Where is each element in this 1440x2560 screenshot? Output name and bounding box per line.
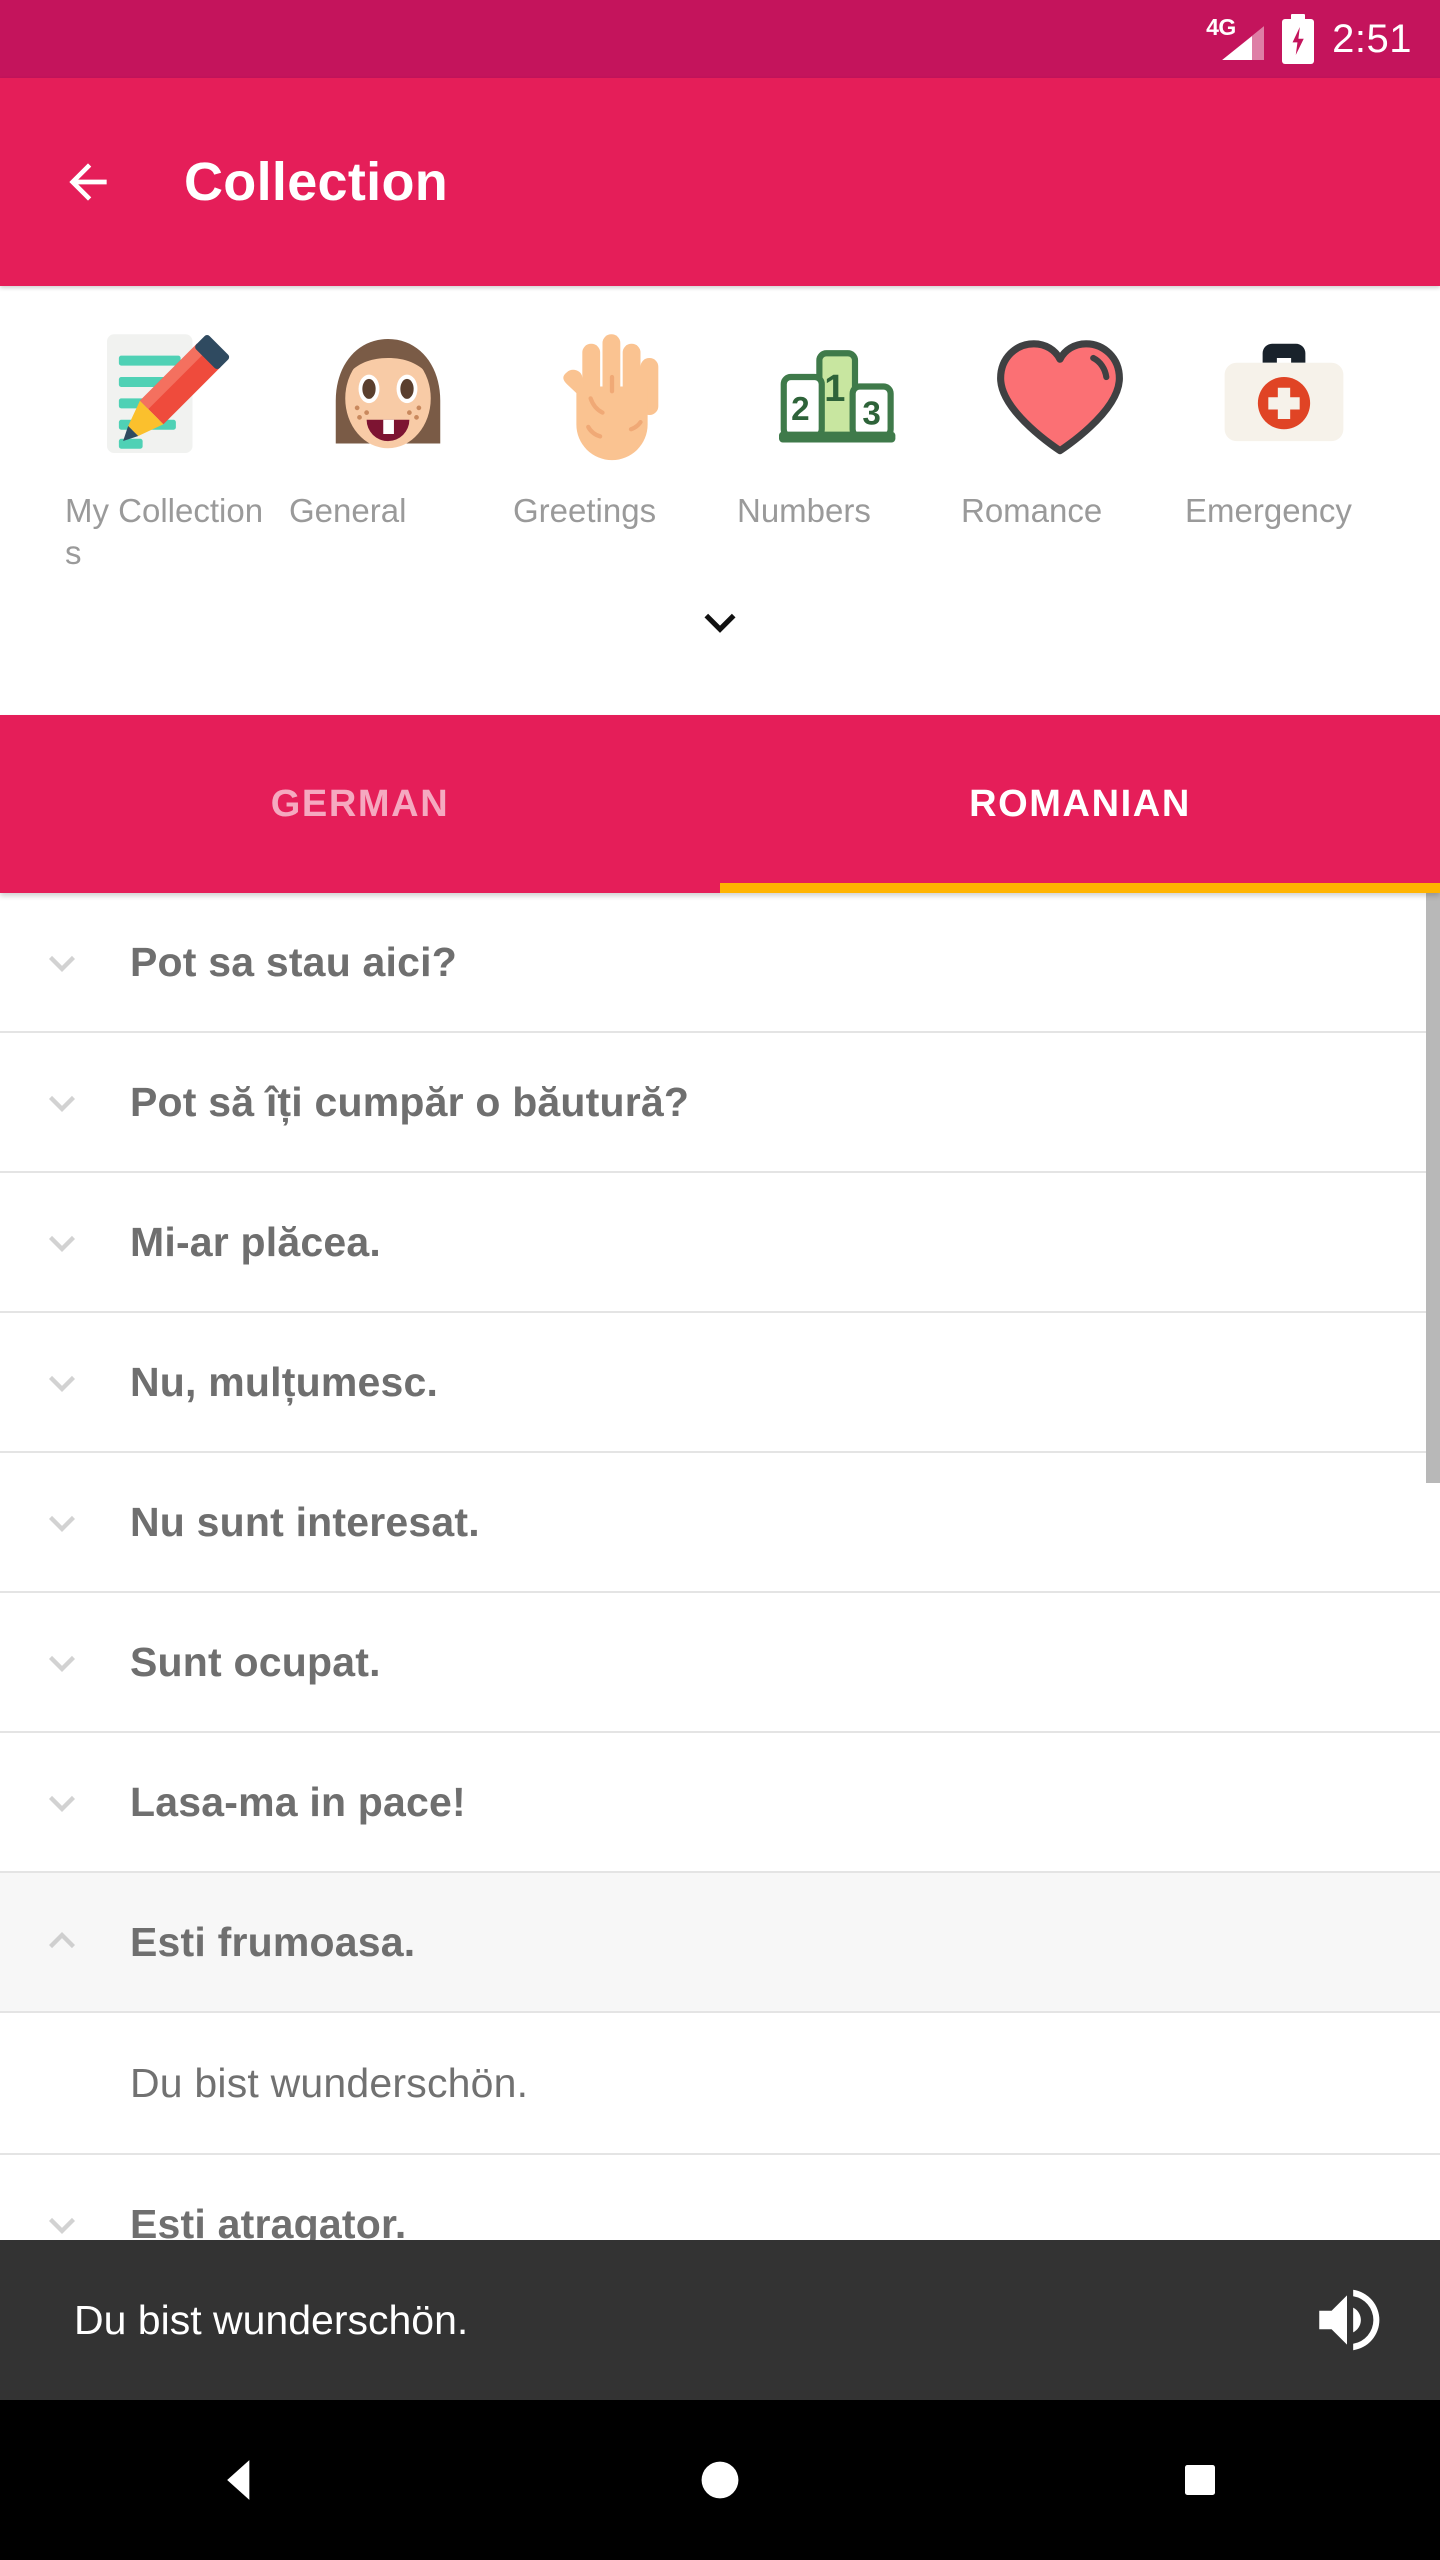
- nav-recents-button[interactable]: [1120, 2400, 1280, 2560]
- nav-recents-square-icon: [1185, 2465, 1215, 2495]
- nav-home-circle-icon: [701, 2461, 739, 2499]
- app-bar: Collection: [0, 78, 1440, 286]
- player-bar: Du bist wunderschön.: [0, 2240, 1440, 2400]
- category-label: General: [289, 492, 407, 529]
- girl-face-icon: [335, 339, 441, 449]
- list-item[interactable]: Pot sa stau aici?: [0, 893, 1440, 1033]
- signal-4g-icon: 4G: [1206, 14, 1265, 62]
- chevron-down-icon: [49, 1795, 75, 1812]
- chevron-down-icon: [49, 1095, 75, 1112]
- category-label: My Collections: [65, 492, 264, 572]
- list-item[interactable]: Pot să îți cumpăr o băutură?: [0, 1033, 1440, 1173]
- podium-123-icon: 1 2 3: [779, 350, 896, 443]
- translation-text: Du bist wunderschön.: [130, 2059, 529, 2106]
- back-arrow-icon[interactable]: [60, 154, 116, 210]
- chevron-down-icon: [49, 1655, 75, 1672]
- status-bar-clock: 2:51: [1332, 16, 1412, 61]
- player-phrase-text: Du bist wunderschön.: [74, 2296, 469, 2343]
- svg-text:1: 1: [824, 368, 845, 410]
- category-item-numbers[interactable]: 1 2 3 Numbers: [724, 320, 948, 532]
- category-item-my-collections[interactable]: My Collections: [52, 320, 276, 574]
- battery-charging-icon: [1282, 14, 1315, 64]
- chevron-up-icon: [49, 1932, 75, 1949]
- category-item-general[interactable]: General: [276, 320, 500, 532]
- svg-text:3: 3: [862, 396, 881, 433]
- speaker-volume-icon[interactable]: [1310, 2283, 1384, 2357]
- phrase-text: Pot sa stau aici?: [130, 938, 457, 985]
- category-item-greetings[interactable]: Greetings: [500, 320, 724, 532]
- phrase-text: Lasa-ma in pace!: [130, 1778, 466, 1825]
- category-label: Emergency: [1185, 492, 1352, 529]
- phrase-text: Nu sunt interesat.: [130, 1498, 480, 1545]
- phrase-text: Esti frumoasa.: [130, 1918, 416, 1965]
- list-item[interactable]: Nu, mulțumesc.: [0, 1313, 1440, 1453]
- phrase-text: Mi-ar plăcea.: [130, 1218, 381, 1265]
- list-item[interactable]: Lasa-ma in pace!: [0, 1733, 1440, 1873]
- list-scrollbar[interactable]: [1426, 893, 1440, 1483]
- phrase-text: Nu, mulțumesc.: [130, 1358, 439, 1405]
- list-item-expanded[interactable]: Esti frumoasa.: [0, 1873, 1440, 2013]
- nav-home-button[interactable]: [640, 2400, 800, 2560]
- category-label: Romance: [961, 492, 1103, 529]
- raised-hand-icon: [563, 334, 659, 461]
- category-label: Greetings: [513, 492, 657, 529]
- category-strip: My Collections General Greetings 1 2 3 N…: [0, 286, 1440, 715]
- first-aid-kit-icon: [1224, 343, 1344, 442]
- list-item[interactable]: Nu sunt interesat.: [0, 1453, 1440, 1593]
- chevron-down-icon[interactable]: [689, 590, 751, 652]
- notepad-pencil-icon: [107, 334, 230, 453]
- status-bar: 4G 2:51: [0, 0, 1440, 78]
- category-item-emergency[interactable]: Emergency: [1172, 320, 1396, 532]
- nav-back-button[interactable]: [160, 2400, 320, 2560]
- phrase-text: Sunt ocupat.: [130, 1638, 381, 1685]
- android-nav-bar: [0, 2400, 1440, 2560]
- language-tabs: GERMAN ROMANIAN: [0, 715, 1440, 893]
- page-title: Collection: [184, 152, 449, 212]
- phrase-text: Pot să îți cumpăr o băutură?: [130, 1078, 690, 1125]
- tab-german[interactable]: GERMAN: [0, 715, 720, 893]
- tab-indicator: [720, 883, 1440, 893]
- nav-back-triangle-icon: [227, 2460, 250, 2500]
- heart-icon: [997, 340, 1123, 455]
- chevron-down-icon: [49, 1375, 75, 1392]
- list-item[interactable]: Sunt ocupat.: [0, 1593, 1440, 1733]
- svg-text:2: 2: [791, 391, 810, 428]
- chevron-down-icon: [49, 1235, 75, 1252]
- category-label: Numbers: [737, 492, 871, 529]
- category-item-romance[interactable]: Romance: [948, 320, 1172, 532]
- list-item[interactable]: Mi-ar plăcea.: [0, 1173, 1440, 1313]
- phone-screen: 4G 2:51 Collection My Collections Genera…: [0, 0, 1440, 2560]
- chevron-down-icon: [49, 1515, 75, 1532]
- translation-row[interactable]: Du bist wunderschön.: [0, 2013, 1440, 2155]
- network-type-label: 4G: [1206, 14, 1236, 40]
- chevron-down-icon: [49, 955, 75, 972]
- tab-romanian[interactable]: ROMANIAN: [720, 715, 1440, 893]
- category-row: My Collections General Greetings 1 2 3 N…: [0, 320, 1440, 574]
